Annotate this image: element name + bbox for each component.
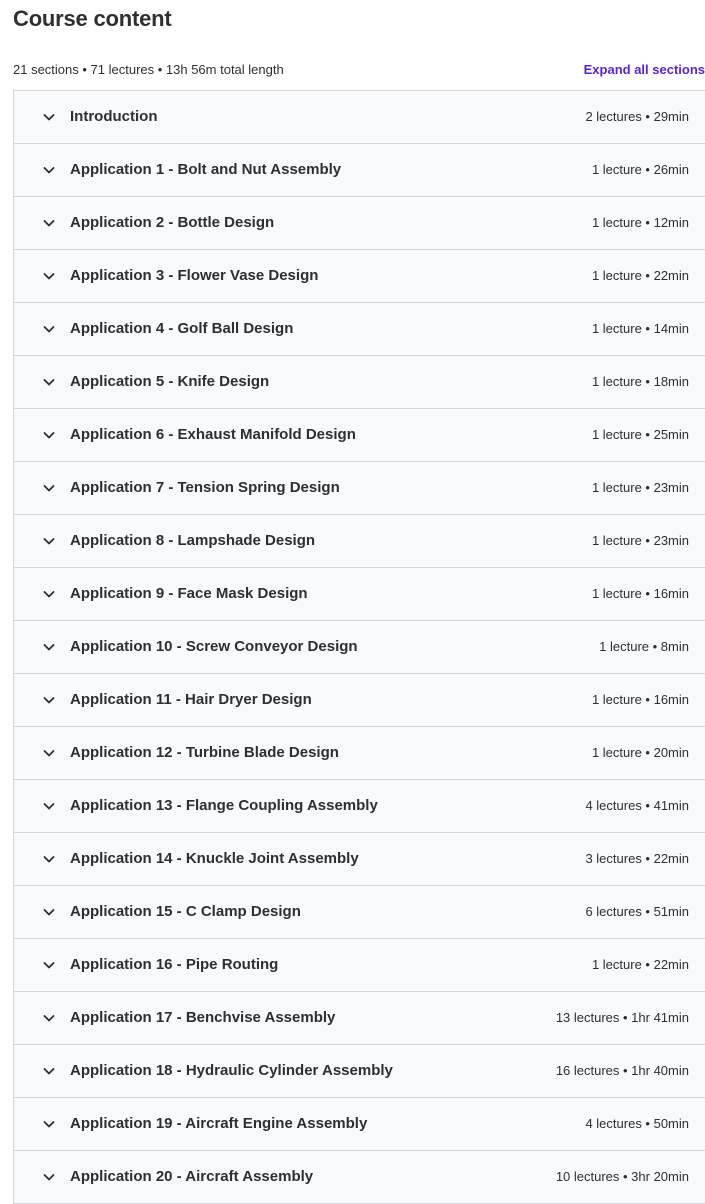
chevron-down-icon[interactable] (42, 269, 56, 283)
chevron-down-icon[interactable] (42, 110, 56, 124)
section-meta: 1 lecture • 16min (591, 692, 689, 707)
section-meta: 1 lecture • 8min (599, 639, 689, 654)
section-row[interactable]: Application 16 - Pipe Routing 1 lecture •… (14, 939, 705, 992)
section-title: Application 7 - Tension Spring Design (70, 479, 340, 496)
section-row[interactable]: Application 14 - Knuckle Joint Assembly 3… (14, 833, 705, 886)
section-row[interactable]: Application 15 - C Clamp Design 6 lecture… (14, 886, 705, 939)
section-meta: 1 lecture • 23min (591, 480, 689, 495)
section-title: Application 18 - Hydraulic Cylinder Asse… (70, 1062, 393, 1079)
section-title: Application 2 - Bottle Design (70, 214, 275, 231)
page-title: Course content (13, 6, 172, 31)
section-row[interactable]: Application 19 - Aircraft Engine Assembl… (14, 1098, 705, 1151)
section-title: Application 4 - Golf Ball Design (70, 320, 294, 337)
section-meta: 1 lecture • 18min (591, 374, 689, 389)
chevron-down-icon[interactable] (42, 163, 56, 177)
course-summary-row: 21 sections • 71 lectures • 13h 56m tota… (13, 60, 705, 80)
section-title: Application 6 - Exhaust Manifold Design (70, 426, 356, 443)
section-title: Application 13 - Flange Coupling Assembl… (70, 797, 378, 814)
chevron-down-icon[interactable] (42, 852, 56, 866)
section-list: Introduction 2 lectures • 29min Applicatio… (13, 90, 705, 1204)
section-meta: 6 lectures • 51min (585, 904, 689, 919)
chevron-down-icon[interactable] (42, 799, 56, 813)
chevron-down-icon[interactable] (42, 1117, 56, 1131)
section-meta: 16 lectures • 1hr 40min (555, 1063, 689, 1078)
chevron-down-icon[interactable] (42, 481, 56, 495)
section-title: Application 3 - Flower Vase Design (70, 267, 319, 284)
section-row[interactable]: Application 13 - Flange Coupling Assembl… (14, 780, 705, 833)
course-summary: 21 sections • 71 lectures • 13h 56m tota… (13, 62, 284, 77)
section-meta: 1 lecture • 26min (591, 162, 689, 177)
section-title: Application 15 - C Clamp Design (70, 903, 301, 920)
section-meta: 2 lectures • 29min (585, 109, 689, 124)
chevron-down-icon[interactable] (42, 958, 56, 972)
section-meta: 1 lecture • 20min (591, 745, 689, 760)
section-meta: 1 lecture • 22min (591, 268, 689, 283)
chevron-down-icon[interactable] (42, 322, 56, 336)
section-meta: 1 lecture • 12min (591, 215, 689, 230)
chevron-down-icon[interactable] (42, 640, 56, 654)
section-meta: 1 lecture • 14min (591, 321, 689, 336)
section-row[interactable]: Application 4 - Golf Ball Design 1 lectur… (14, 303, 705, 356)
section-row[interactable]: Application 5 - Knife Design 1 lecture • … (14, 356, 705, 409)
section-row[interactable]: Introduction 2 lectures • 29min (14, 91, 705, 144)
expand-all-sections-button[interactable]: Expand all sections (584, 60, 705, 80)
section-row[interactable]: Application 9 - Face Mask Design 1 lectur… (14, 568, 705, 621)
chevron-down-icon[interactable] (42, 216, 56, 230)
chevron-down-icon[interactable] (42, 587, 56, 601)
section-row[interactable]: Application 2 - Bottle Design 1 lecture •… (14, 197, 705, 250)
chevron-down-icon[interactable] (42, 693, 56, 707)
section-row[interactable]: Application 7 - Tension Spring Design 1 l… (14, 462, 705, 515)
section-row[interactable]: Application 17 - Benchvise Assembly 13 le… (14, 992, 705, 1045)
chevron-down-icon[interactable] (42, 375, 56, 389)
chevron-down-icon[interactable] (42, 1064, 56, 1078)
section-title: Application 17 - Benchvise Assembly (70, 1009, 336, 1026)
chevron-down-icon[interactable] (42, 1170, 56, 1184)
section-row[interactable]: Application 18 - Hydraulic Cylinder Asse… (14, 1045, 705, 1098)
section-meta: 3 lectures • 22min (585, 851, 689, 866)
section-row[interactable]: Application 6 - Exhaust Manifold Design 1… (14, 409, 705, 462)
section-row[interactable]: Application 1 - Bolt and Nut Assembly 1 l… (14, 144, 705, 197)
section-title: Application 12 - Turbine Blade Design (70, 744, 339, 761)
section-title: Application 9 - Face Mask Design (70, 585, 308, 602)
section-row[interactable]: Application 12 - Turbine Blade Design 1 l… (14, 727, 705, 780)
section-title: Application 1 - Bolt and Nut Assembly (70, 161, 342, 178)
section-title: Application 16 - Pipe Routing (70, 956, 279, 973)
section-title: Application 14 - Knuckle Joint Assembly (70, 850, 359, 867)
section-row[interactable]: Application 3 - Flower Vase Design 1 lect… (14, 250, 705, 303)
section-row[interactable]: Application 11 - Hair Dryer Design 1 lect… (14, 674, 705, 727)
section-title: Application 10 - Screw Conveyor Design (70, 638, 358, 655)
chevron-down-icon[interactable] (42, 905, 56, 919)
section-meta: 13 lectures • 1hr 41min (555, 1010, 689, 1025)
chevron-down-icon[interactable] (42, 428, 56, 442)
section-title: Application 8 - Lampshade Design (70, 532, 316, 549)
section-title: Application 11 - Hair Dryer Design (70, 691, 312, 708)
section-meta: 1 lecture • 23min (591, 533, 689, 548)
section-meta: 1 lecture • 22min (591, 957, 689, 972)
chevron-down-icon[interactable] (42, 1011, 56, 1025)
chevron-down-icon[interactable] (42, 534, 56, 548)
section-title: Application 19 - Aircraft Engine Assembl… (70, 1115, 368, 1132)
section-title: Application 20 - Aircraft Assembly (70, 1168, 314, 1185)
section-meta: 1 lecture • 16min (591, 586, 689, 601)
section-meta: 4 lectures • 41min (585, 798, 689, 813)
section-row[interactable]: Application 20 - Aircraft Assembly 10 lec… (14, 1151, 705, 1204)
section-meta: 1 lecture • 25min (591, 427, 689, 442)
section-row[interactable]: Application 10 - Screw Conveyor Design 1 … (14, 621, 705, 674)
section-title: Application 5 - Knife Design (70, 373, 270, 390)
section-meta: 4 lectures • 50min (585, 1116, 689, 1131)
section-title: Introduction (70, 108, 158, 125)
chevron-down-icon[interactable] (42, 746, 56, 760)
section-row[interactable]: Application 8 - Lampshade Design 1 lectur… (14, 515, 705, 568)
section-meta: 10 lectures • 3hr 20min (555, 1169, 689, 1184)
